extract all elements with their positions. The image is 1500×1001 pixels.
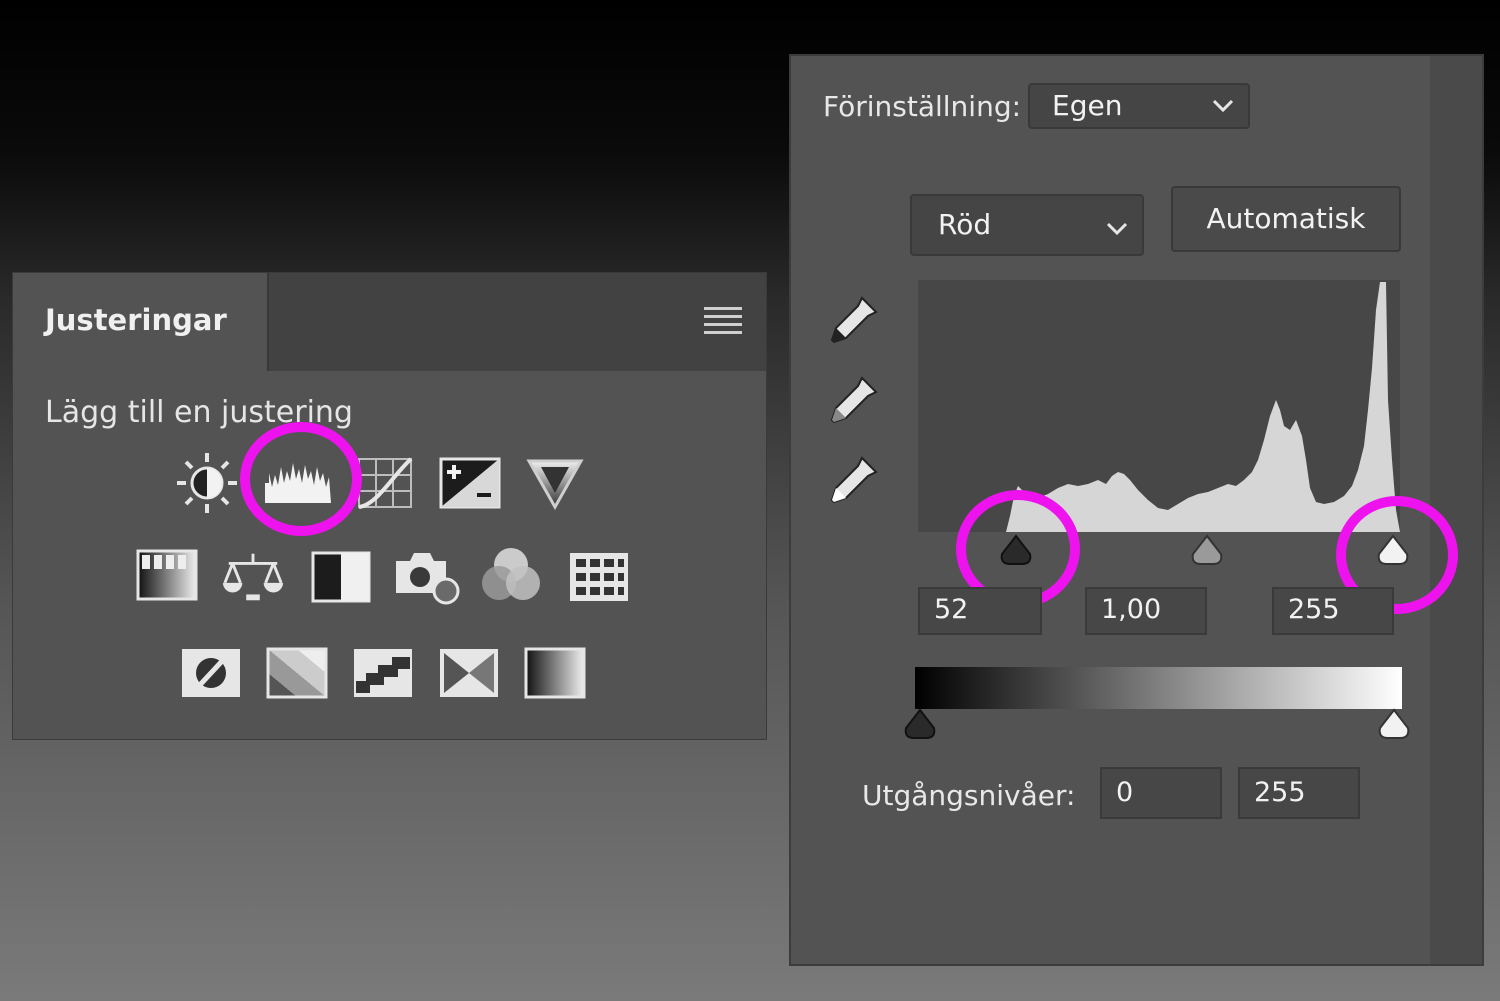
output-black-field[interactable]: 0: [1100, 767, 1222, 819]
preset-dropdown[interactable]: Egen: [1028, 83, 1250, 129]
input-black-slider[interactable]: [996, 534, 1036, 568]
panel-scrollbar[interactable]: [1430, 56, 1482, 964]
tab-adjustments[interactable]: Justeringar: [13, 273, 269, 371]
preset-label: Förinställning:: [823, 90, 1022, 123]
levels-icon[interactable]: [263, 449, 333, 513]
selective-color-icon[interactable]: [437, 641, 501, 705]
color-lookup-icon[interactable]: [567, 545, 631, 609]
output-black-slider[interactable]: [900, 708, 940, 742]
exposure-icon[interactable]: [438, 451, 502, 515]
chevron-down-icon: [1212, 99, 1234, 113]
output-white-slider[interactable]: [1374, 708, 1414, 742]
black-white-icon[interactable]: [309, 545, 373, 609]
input-white-slider[interactable]: [1373, 534, 1413, 568]
curves-icon[interactable]: [353, 451, 417, 515]
input-white-field[interactable]: 255: [1272, 587, 1394, 635]
brightness-contrast-icon[interactable]: [175, 451, 239, 515]
gradient-map-icon[interactable]: [523, 641, 587, 705]
vibrance-icon[interactable]: [523, 451, 587, 515]
preset-value: Egen: [1052, 89, 1123, 122]
posterize-icon[interactable]: [265, 641, 329, 705]
adjustments-panel: Justeringar Lägg till en justering: [12, 272, 767, 740]
auto-button[interactable]: Automatisk: [1171, 186, 1401, 252]
white-point-eyedropper-icon[interactable]: [820, 450, 884, 514]
channel-dropdown[interactable]: Röd: [910, 194, 1144, 256]
chevron-down-icon: [1106, 222, 1128, 236]
hue-saturation-icon[interactable]: [135, 543, 199, 607]
tab-adjustments-label: Justeringar: [45, 303, 227, 337]
input-gamma-slider[interactable]: [1187, 534, 1227, 568]
gray-point-eyedropper-icon[interactable]: [820, 370, 884, 434]
channel-mixer-icon[interactable]: [479, 543, 543, 607]
threshold-icon[interactable]: [351, 641, 415, 705]
channel-value: Röd: [938, 208, 992, 241]
panel-menu-icon[interactable]: [704, 307, 742, 335]
add-adjustment-label: Lägg till en justering: [45, 395, 353, 430]
output-levels-label: Utgångsnivåer:: [862, 779, 1076, 812]
output-gradient-bar: [915, 667, 1402, 709]
color-balance-icon[interactable]: [221, 545, 285, 609]
histogram: [918, 280, 1400, 532]
panel-tab-bar: Justeringar: [13, 273, 766, 371]
photo-filter-icon[interactable]: [391, 545, 463, 609]
invert-icon[interactable]: [179, 641, 243, 705]
input-black-field[interactable]: 52: [918, 587, 1042, 635]
output-white-field[interactable]: 255: [1238, 767, 1360, 819]
black-point-eyedropper-icon[interactable]: [820, 290, 884, 354]
histogram-graph: [1006, 282, 1400, 532]
input-gamma-field[interactable]: 1,00: [1085, 587, 1207, 635]
